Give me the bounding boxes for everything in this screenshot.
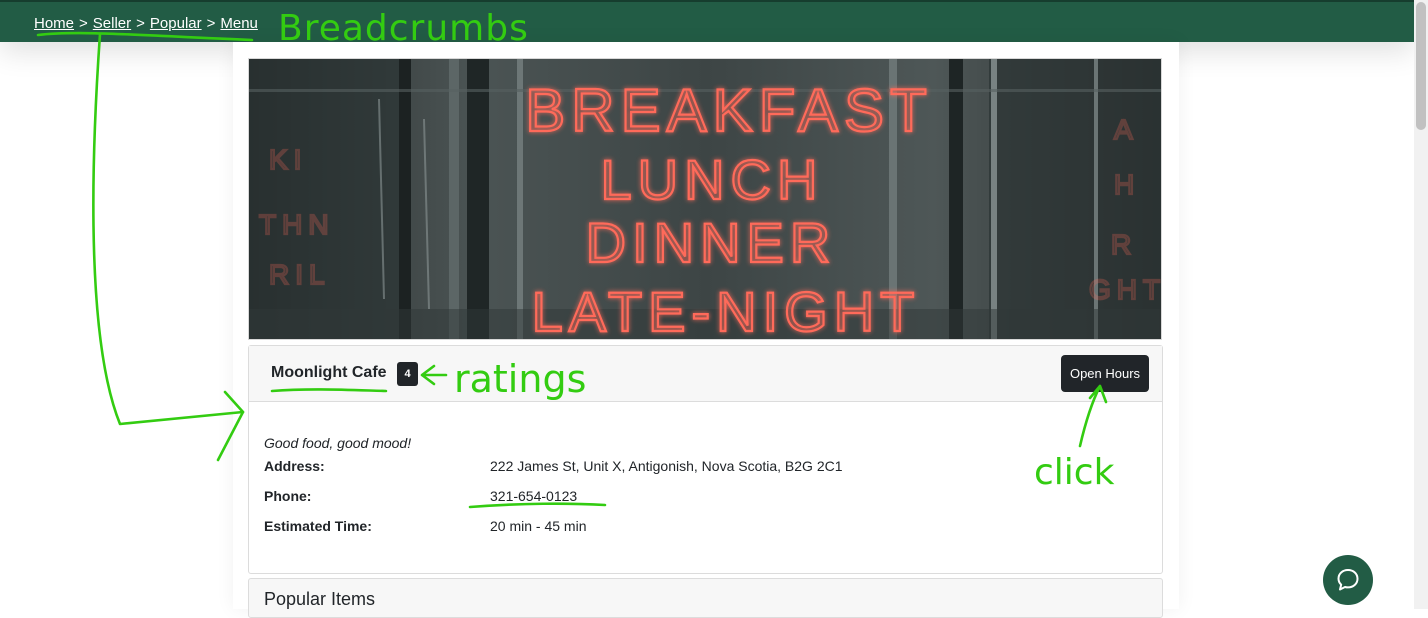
popular-items-section: Popular Items — [248, 578, 1163, 618]
neon-sign-photo: KI THN RIL A H R GHT BREAKFAST LUNCH DIN… — [249, 59, 1162, 340]
breadcrumb-arrow-annotation — [92, 32, 245, 426]
breadcrumb-popular-link[interactable]: Popular — [150, 15, 202, 32]
svg-text:RIL: RIL — [269, 259, 331, 290]
restaurant-name: Moonlight Cafe — [271, 364, 387, 381]
breadcrumb-separator: > — [136, 15, 145, 32]
breadcrumb: Home > Seller > Popular > Menu — [34, 15, 258, 32]
svg-text:A: A — [1114, 114, 1139, 145]
rating-badge: 4 — [397, 362, 418, 386]
breadcrumb-menu-link[interactable]: Menu — [220, 15, 258, 32]
neon-line-1: BREAKFAST — [525, 77, 932, 144]
svg-text:GHT: GHT — [1089, 274, 1162, 305]
breadcrumb-home-link[interactable]: Home — [34, 15, 74, 32]
restaurant-tagline: Good food, good mood! — [264, 435, 412, 451]
restaurant-banner-image: KI THN RIL A H R GHT BREAKFAST LUNCH DIN… — [248, 58, 1162, 340]
breadcrumb-seller-link[interactable]: Seller — [93, 15, 131, 32]
address-value: 222 James St, Unit X, Antigonish, Nova S… — [490, 458, 843, 474]
neon-line-3: DINNER — [586, 211, 837, 274]
estimated-time-label: Estimated Time: — [264, 518, 372, 534]
svg-text:H: H — [1114, 169, 1140, 200]
popular-items-heading: Popular Items — [264, 589, 376, 609]
breadcrumb-separator: > — [79, 15, 88, 32]
breadcrumb-separator: > — [206, 15, 216, 32]
open-hours-button[interactable]: Open Hours — [1061, 355, 1149, 392]
neon-line-4: LATE-NIGHT — [532, 280, 921, 340]
restaurant-card-header: Moonlight Cafe 4 Open Hours — [249, 346, 1162, 402]
svg-text:THN: THN — [259, 209, 335, 240]
svg-text:KI: KI — [269, 144, 307, 175]
page-scrollbar[interactable] — [1414, 0, 1428, 609]
svg-text:R: R — [1111, 229, 1137, 260]
chat-button[interactable] — [1323, 555, 1373, 605]
estimated-time-value: 20 min - 45 min — [490, 518, 587, 534]
restaurant-info-card: Moonlight Cafe 4 Open Hours Good food, g… — [248, 345, 1163, 574]
phone-label: Phone: — [264, 488, 312, 504]
phone-value: 321-654-0123 — [490, 488, 578, 504]
address-label: Address: — [264, 458, 325, 474]
top-nav-bar: Home > Seller > Popular > Menu — [0, 0, 1414, 42]
scrollbar-thumb[interactable] — [1416, 2, 1426, 130]
neon-line-2: LUNCH — [601, 148, 824, 211]
chat-bubble-icon — [1337, 569, 1359, 591]
